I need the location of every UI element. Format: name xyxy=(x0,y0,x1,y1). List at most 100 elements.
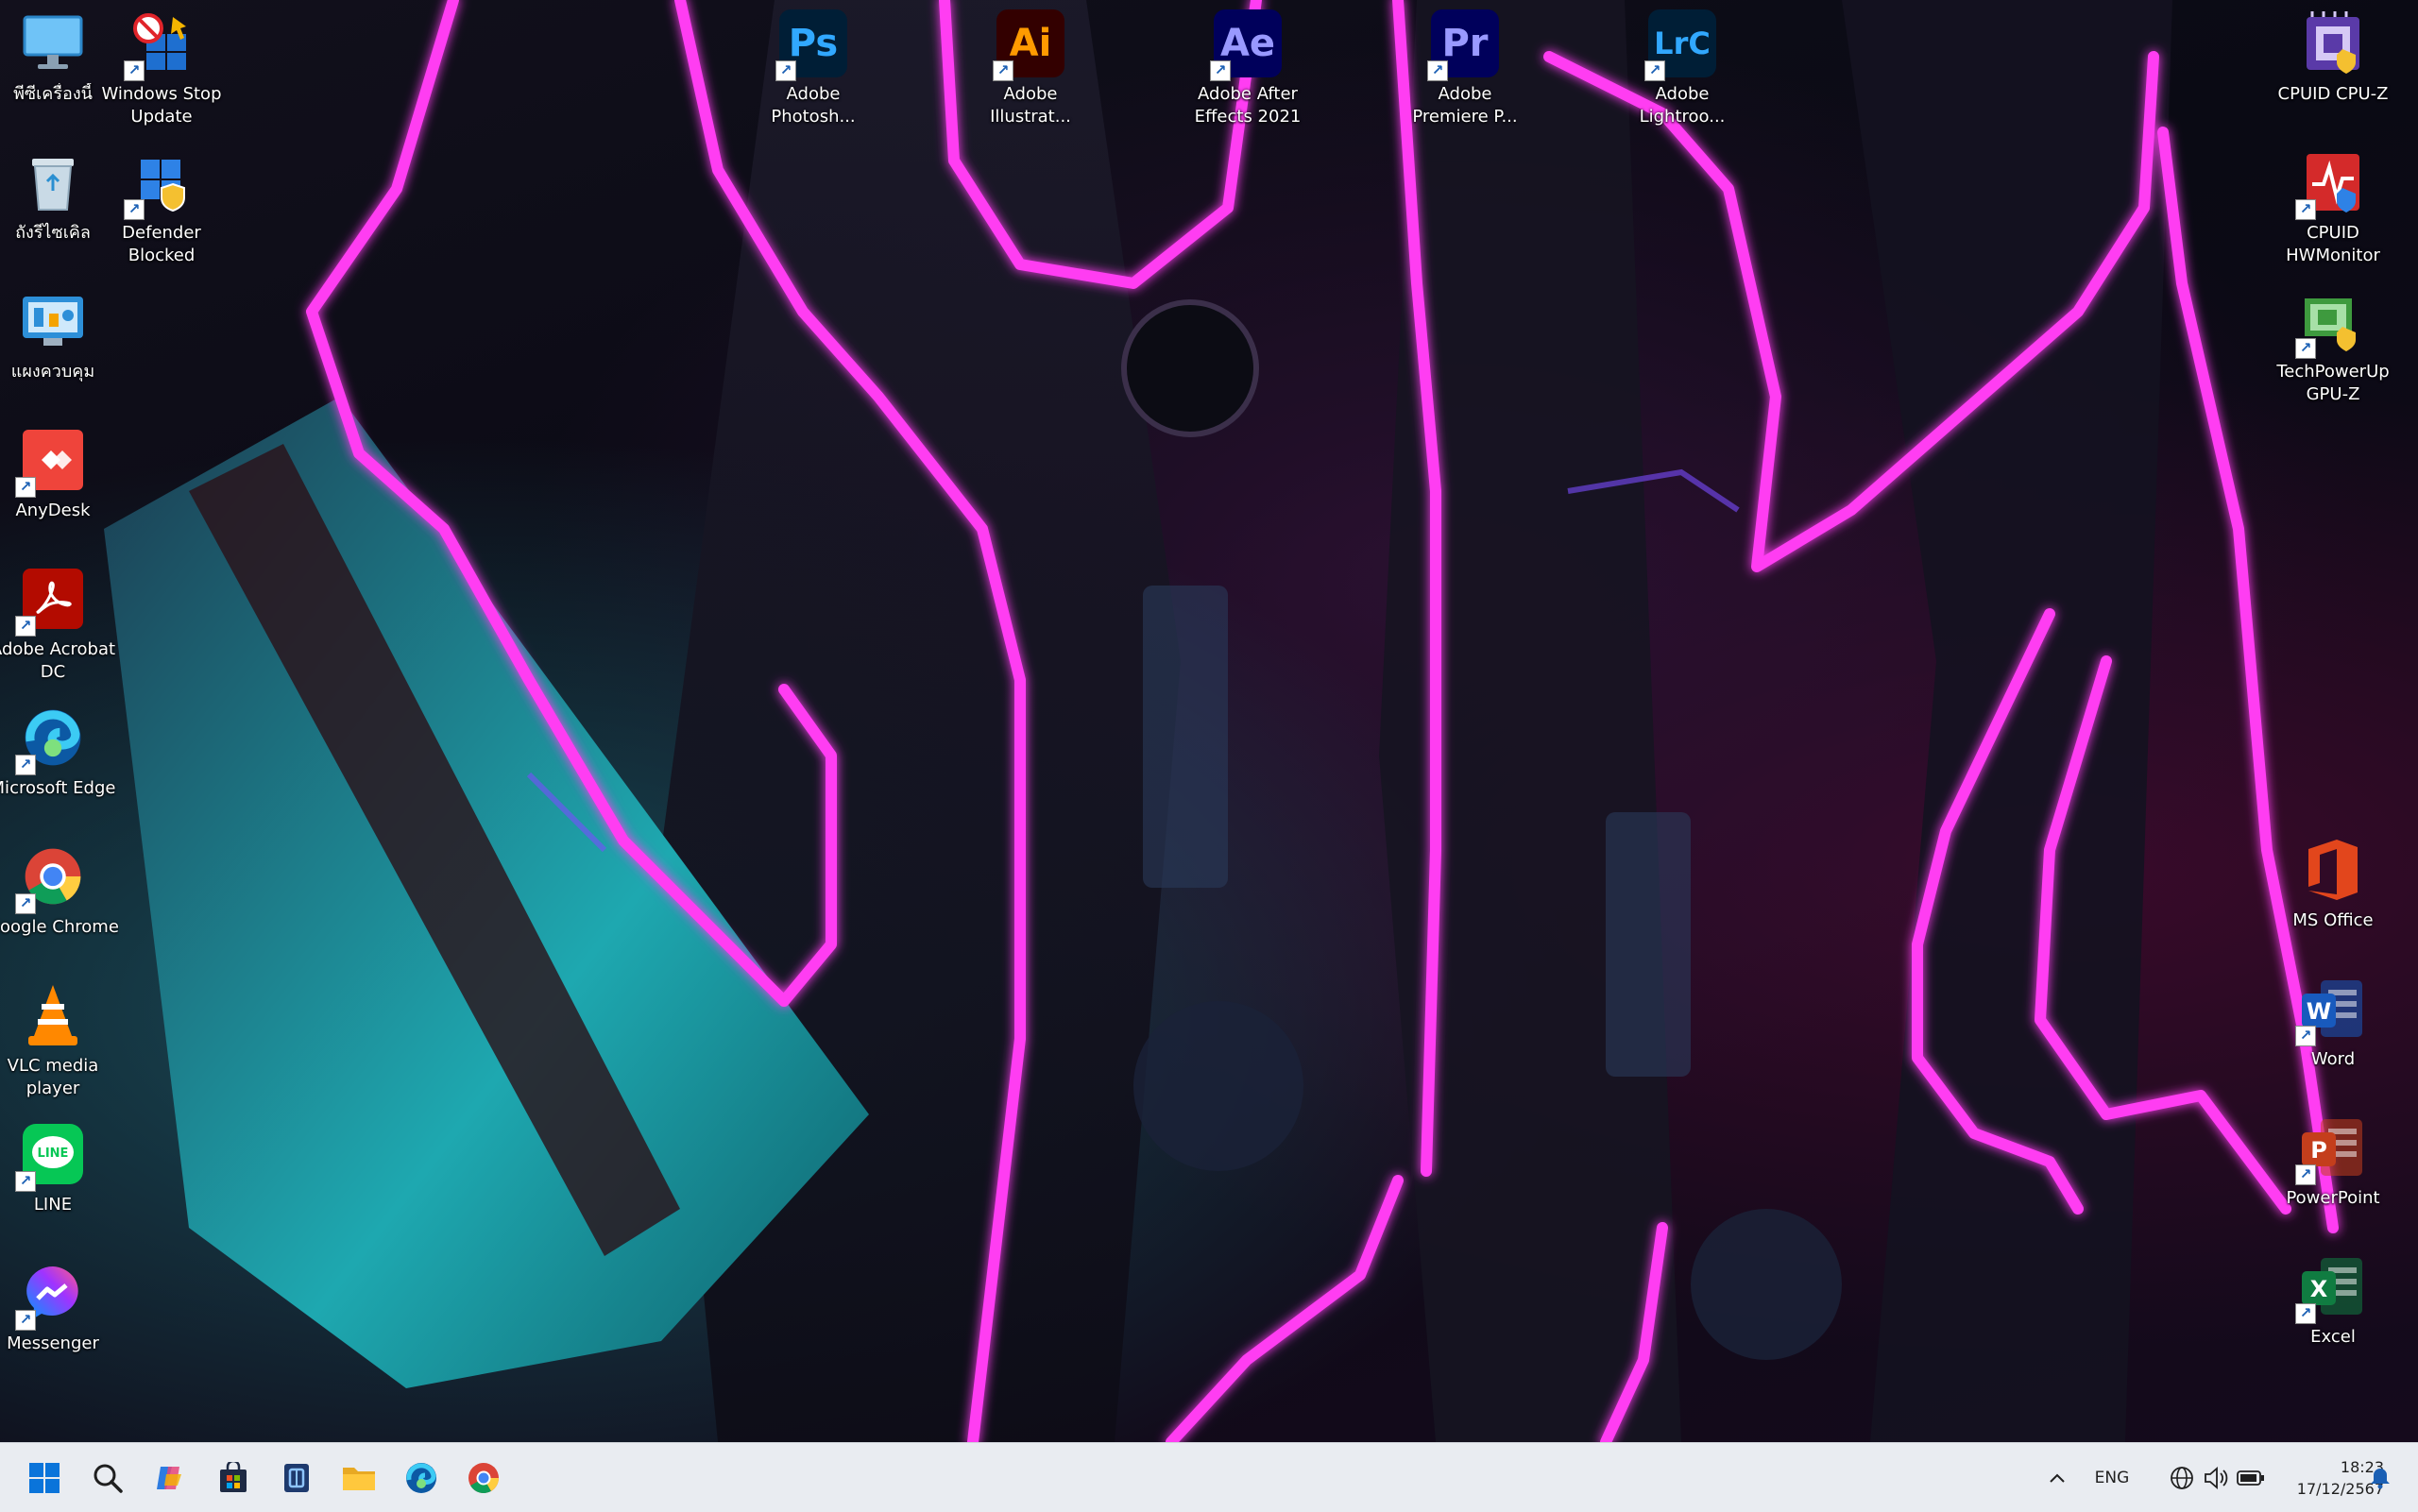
desktop-icon-defender[interactable]: ↗ Defender Blocked xyxy=(95,148,228,267)
desktop-icon-label: LINE xyxy=(33,1195,73,1215)
desktop-icon-gpuz[interactable]: ↗ TechPowerUp GPU-Z xyxy=(2267,287,2399,406)
desktop-wallpaper xyxy=(0,0,2418,1442)
desktop-icon-after-effects[interactable]: Ae ↗ Adobe After Effects 2021 xyxy=(1182,9,1314,128)
desktop-icon-messenger[interactable]: ↗ Messenger xyxy=(0,1259,119,1355)
desktop-icon-label: Defender Blocked xyxy=(122,223,201,265)
excel-icon: X ↗ xyxy=(2295,1252,2367,1324)
svg-text:LINE: LINE xyxy=(38,1147,69,1161)
svg-text:P: P xyxy=(2310,1137,2327,1164)
desktop-icon-label: Google Chrome xyxy=(0,917,119,937)
desktop-icon-label: Excel xyxy=(2310,1327,2356,1347)
language-indicator[interactable]: ENG xyxy=(2086,1443,2138,1512)
desktop-icon-line[interactable]: LINE ↗ LINE xyxy=(0,1120,119,1216)
desktop-icon-cpuz[interactable]: CPUID CPU-Z xyxy=(2267,9,2399,106)
bell-icon xyxy=(2371,1468,2390,1488)
quick-settings-button[interactable] xyxy=(2146,1443,2288,1512)
shortcut-arrow-icon: ↗ xyxy=(775,60,796,81)
premiere-icon: Pr ↗ xyxy=(1427,9,1499,81)
control-panel-icon xyxy=(19,287,87,355)
shortcut-arrow-icon: ↗ xyxy=(15,477,36,498)
desktop-icon-vlc[interactable]: VLC media player xyxy=(0,981,119,1100)
language-label: ENG xyxy=(2094,1468,2130,1487)
anydesk-icon: ↗ xyxy=(15,426,87,498)
desktop-icon-anydesk[interactable]: ↗ AnyDesk xyxy=(0,426,119,522)
desktop-icon-windows-stop-update[interactable]: ↗ Windows Stop Update xyxy=(95,9,228,128)
desktop-icon-photoshop[interactable]: Ps ↗ Adobe Photosh... xyxy=(747,9,879,128)
edge-icon: ↗ xyxy=(15,704,87,775)
desktop-icon-edge[interactable]: ↗ Microsoft Edge xyxy=(0,704,119,800)
shortcut-arrow-icon: ↗ xyxy=(1427,60,1448,81)
copilot-icon xyxy=(157,1467,181,1489)
word-icon: W ↗ xyxy=(2295,975,2367,1046)
defender-icon: ↗ xyxy=(124,148,196,220)
chrome-icon xyxy=(468,1463,500,1494)
desktop-icon-ms-office[interactable]: MS Office xyxy=(2267,836,2399,932)
windows-logo-icon xyxy=(29,1463,60,1493)
vlc-icon xyxy=(19,981,87,1049)
svg-text:X: X xyxy=(2310,1276,2328,1302)
desktop-icon-chrome[interactable]: ↗ Google Chrome xyxy=(0,842,119,939)
taskbar: ENG 18:23 17/12/2567 xyxy=(0,1442,2418,1512)
lightroom-icon: LrC ↗ xyxy=(1644,9,1716,81)
shortcut-arrow-icon: ↗ xyxy=(1644,60,1665,81)
chrome-icon: ↗ xyxy=(15,842,87,914)
chrome-button[interactable] xyxy=(460,1454,507,1502)
desktop-icon-hwmonitor[interactable]: ↗ CPUID HWMonitor xyxy=(2267,148,2399,267)
edge-button[interactable] xyxy=(398,1454,445,1502)
windows-stop-update-icon: ↗ xyxy=(124,9,196,81)
shortcut-arrow-icon: ↗ xyxy=(2295,1303,2316,1324)
desktop-icon-label: MS Office xyxy=(2292,910,2374,930)
desktop-icon-label: แผงควบคุม xyxy=(10,362,95,382)
desktop-icon-label: VLC media player xyxy=(7,1056,99,1098)
ms-store-button[interactable] xyxy=(210,1454,257,1502)
desktop-icon-illustrator[interactable]: Ai ↗ Adobe Illustrat... xyxy=(964,9,1097,128)
shortcut-arrow-icon: ↗ xyxy=(124,60,145,81)
desktop-icon-lightroom[interactable]: LrC ↗ Adobe Lightroo... xyxy=(1616,9,1748,128)
file-explorer-button[interactable] xyxy=(335,1454,383,1502)
shortcut-arrow-icon: ↗ xyxy=(2295,338,2316,359)
desktop-icon-word[interactable]: W ↗ Word xyxy=(2267,975,2399,1071)
illustrator-icon: Ai ↗ xyxy=(993,9,1064,81)
speaker-icon xyxy=(2205,1466,2228,1489)
desktop-icon-acrobat[interactable]: ↗ Adobe Acrobat DC xyxy=(0,565,119,684)
shortcut-arrow-icon: ↗ xyxy=(124,199,145,220)
search-button[interactable] xyxy=(84,1454,131,1502)
powerpoint-icon: P ↗ xyxy=(2295,1113,2367,1185)
recycle-bin-icon xyxy=(19,148,87,216)
app-button[interactable] xyxy=(273,1454,320,1502)
desktop-icon-label: PowerPoint xyxy=(2286,1188,2380,1208)
shortcut-arrow-icon: ↗ xyxy=(15,1310,36,1331)
store-icon xyxy=(220,1462,247,1492)
desktop-icon-label: AnyDesk xyxy=(15,501,91,520)
start-button[interactable] xyxy=(21,1454,68,1502)
shortcut-arrow-icon: ↗ xyxy=(2295,199,2316,220)
line-icon: LINE ↗ xyxy=(15,1120,87,1192)
hwmonitor-icon: ↗ xyxy=(2295,148,2367,220)
monitor-icon xyxy=(19,9,87,77)
shortcut-arrow-icon: ↗ xyxy=(1210,60,1231,81)
desktop[interactable]: พีซีเครื่องนี้ ถังรีไซเคิล แผงควบคุม ↗ AnyDe… xyxy=(0,0,2418,1442)
desktop-icon-label: Adobe After Effects 2021 xyxy=(1194,84,1302,127)
after-effects-icon: Ae ↗ xyxy=(1210,9,1282,81)
edge-icon xyxy=(406,1463,436,1493)
shortcut-arrow-icon: ↗ xyxy=(993,60,1013,81)
svg-text:W: W xyxy=(2307,998,2331,1025)
desktop-icon-control-panel[interactable]: แผงควบคุม xyxy=(0,287,119,383)
desktop-icon-label: Messenger xyxy=(7,1334,99,1353)
desktop-icon-powerpoint[interactable]: P ↗ PowerPoint xyxy=(2267,1113,2399,1210)
copilot-button[interactable] xyxy=(146,1454,194,1502)
photoshop-icon: Ps ↗ xyxy=(775,9,847,81)
shortcut-arrow-icon: ↗ xyxy=(15,1171,36,1192)
wallpaper-neon-art xyxy=(104,0,2339,1442)
battery-icon xyxy=(2237,1470,2264,1486)
globe-icon xyxy=(2171,1466,2193,1489)
desktop-icon-premiere[interactable]: Pr ↗ Adobe Premiere P... xyxy=(1399,9,1531,128)
show-hidden-icons-button[interactable] xyxy=(2040,1443,2074,1512)
search-icon xyxy=(94,1464,123,1493)
desktop-icon-excel[interactable]: X ↗ Excel xyxy=(2267,1252,2399,1349)
notifications-button[interactable] xyxy=(2361,1443,2399,1512)
desktop-icon-label: Microsoft Edge xyxy=(0,778,116,798)
gpuz-icon: ↗ xyxy=(2295,287,2367,359)
desktop-icon-label: CPUID CPU-Z xyxy=(2277,84,2389,104)
messenger-icon: ↗ xyxy=(15,1259,87,1331)
